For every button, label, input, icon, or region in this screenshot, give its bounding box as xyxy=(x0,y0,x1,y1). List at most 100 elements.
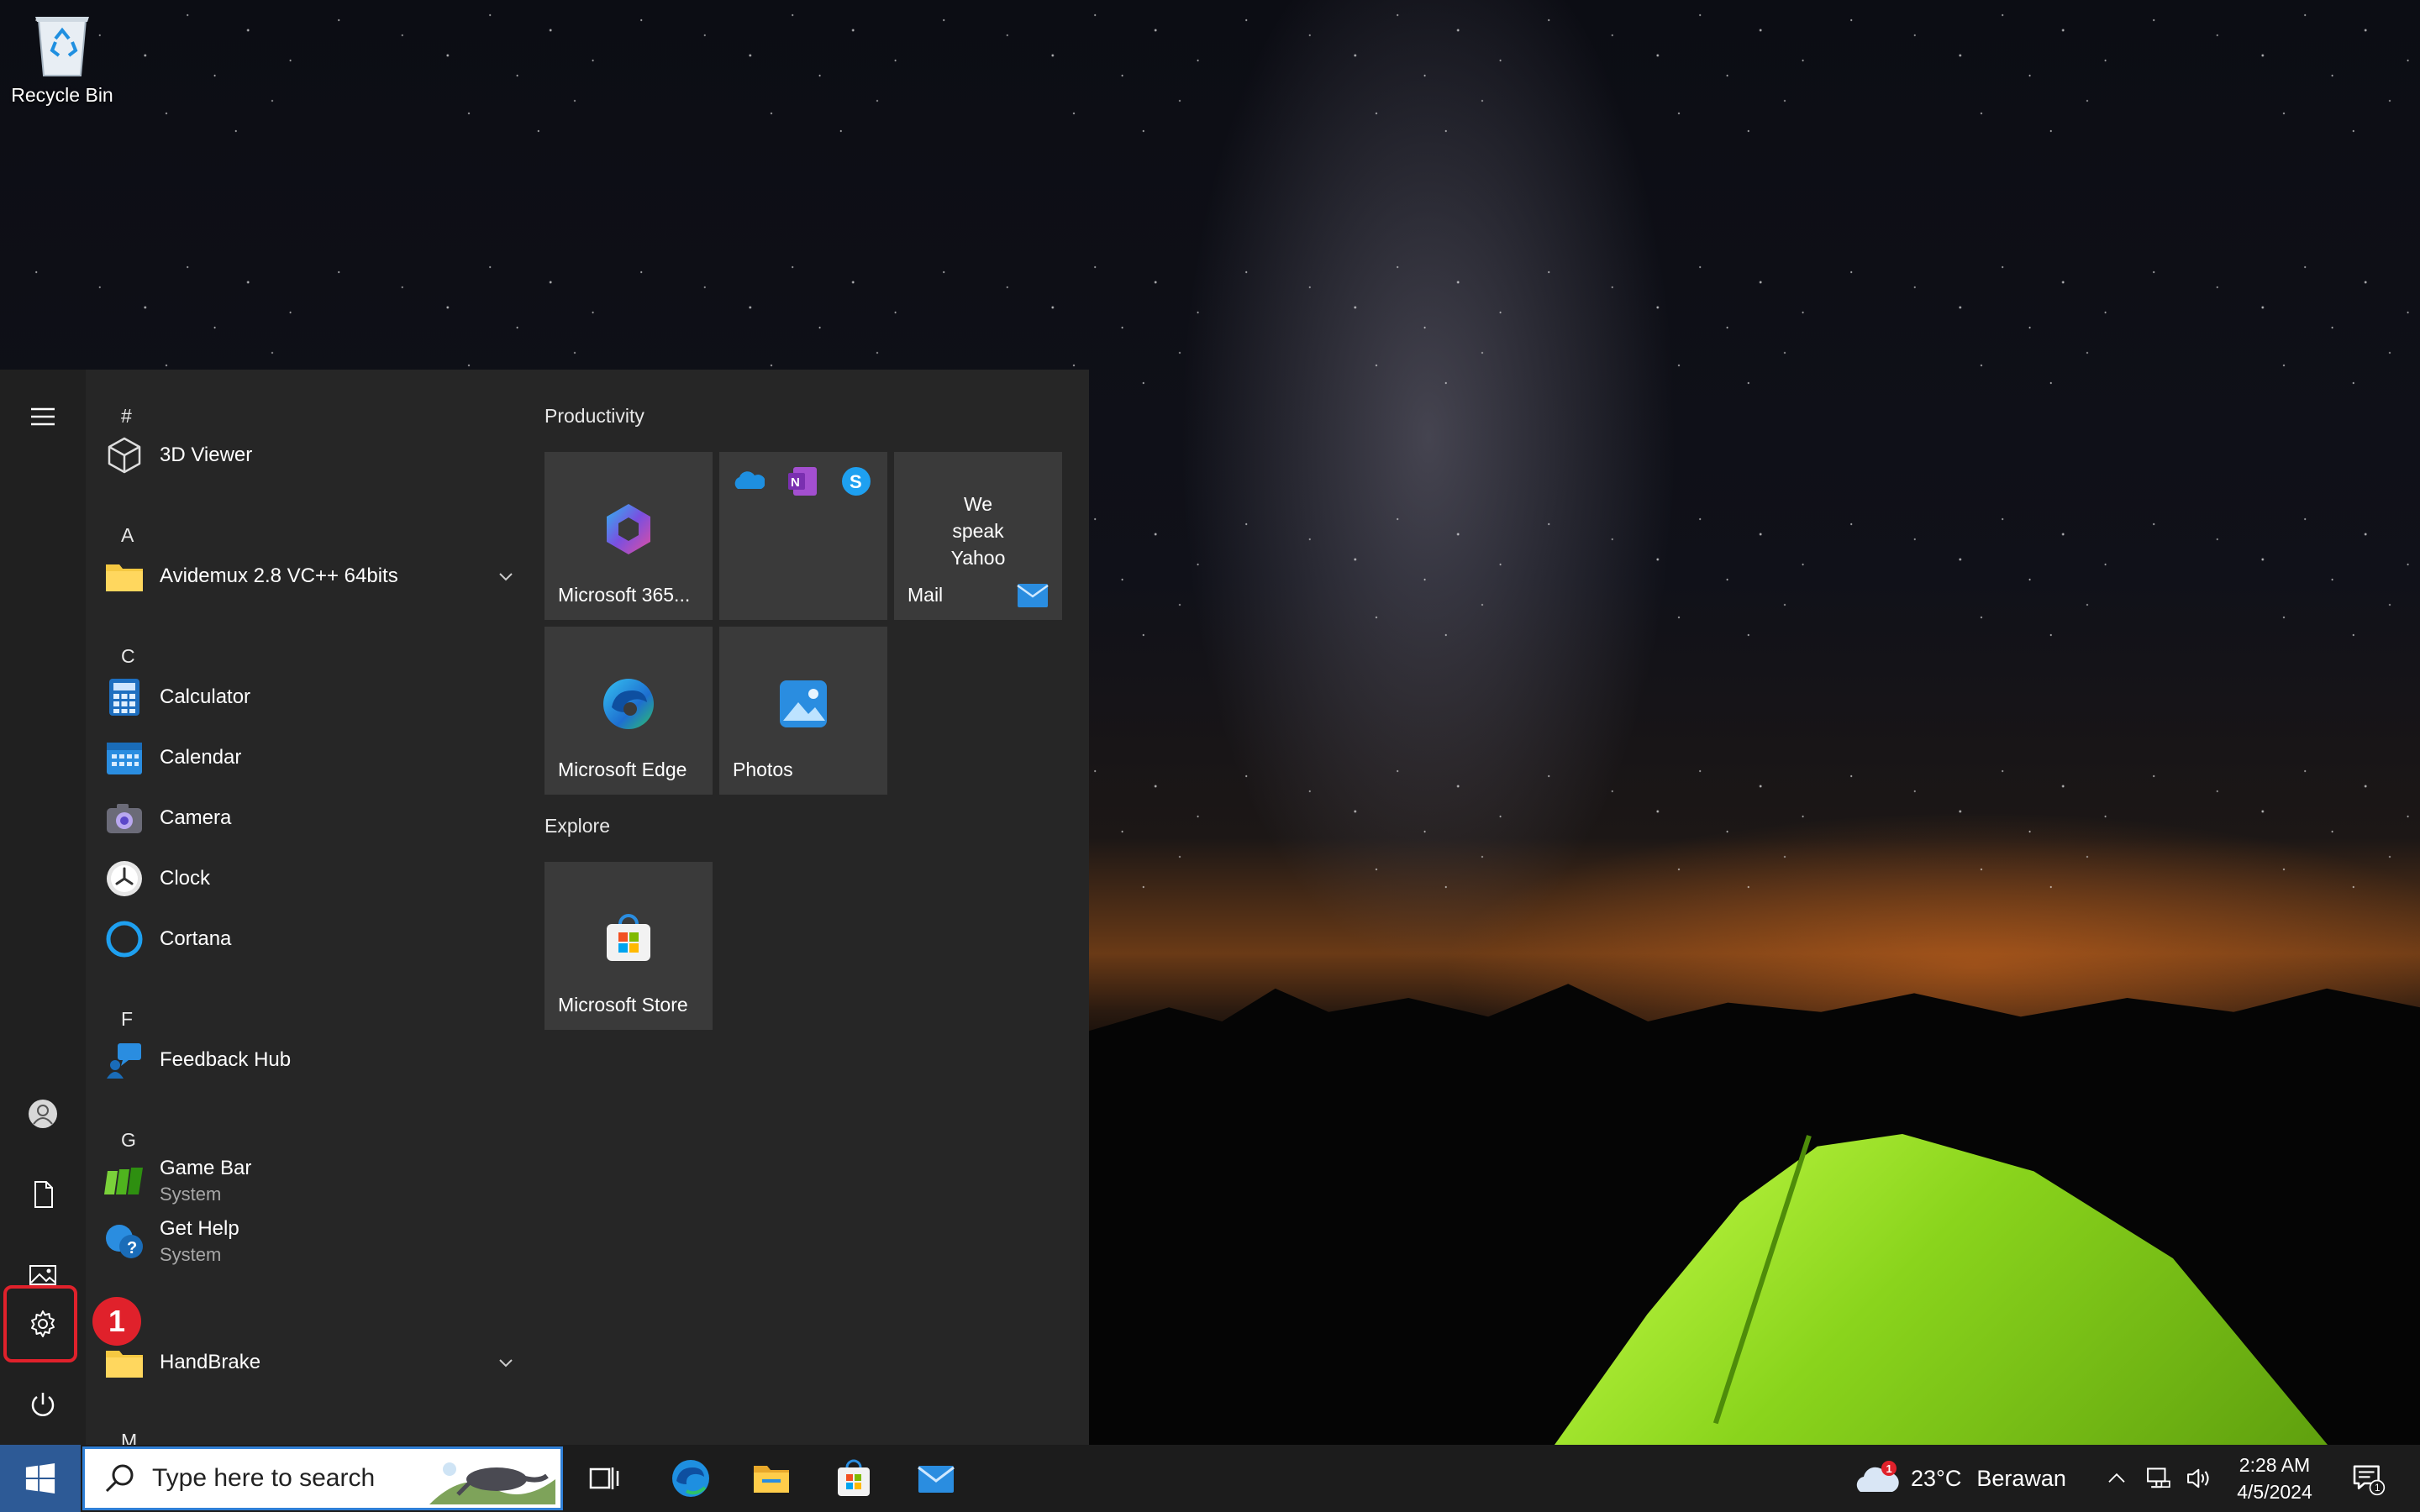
file-explorer-icon xyxy=(754,1466,789,1493)
app-label: Calendar xyxy=(160,746,242,769)
tile-label: Photos xyxy=(733,759,793,780)
settings-highlight-box xyxy=(3,1285,77,1362)
app-sublabel: System xyxy=(160,1244,222,1265)
app-calculator[interactable]: Calculator xyxy=(104,672,516,722)
edge-icon xyxy=(672,1460,709,1497)
tile-label: Mail xyxy=(908,584,944,606)
documents-button[interactable] xyxy=(0,1156,86,1233)
network-button[interactable] xyxy=(2138,1445,2180,1512)
3d-viewer-icon xyxy=(108,437,141,474)
start-menu: 1 # 3D Viewer A Avidemux 2.8 VC++ 64bits… xyxy=(0,370,1089,1445)
store-icon xyxy=(607,914,650,961)
power-icon xyxy=(31,1393,55,1416)
taskbar-file-explorer-button[interactable] xyxy=(731,1445,812,1512)
letter-header[interactable]: G xyxy=(121,1129,136,1152)
app-clock[interactable]: Clock xyxy=(104,853,516,904)
task-view-button[interactable] xyxy=(565,1445,645,1512)
desktop-icon-label: Recycle Bin xyxy=(11,84,113,106)
letter-header[interactable]: C xyxy=(121,645,135,668)
app-calendar[interactable]: Calendar xyxy=(104,732,516,783)
tile-label: Microsoft Store xyxy=(558,994,688,1016)
show-hidden-icons-button[interactable] xyxy=(2096,1445,2138,1512)
app-avidemux-folder[interactable]: Avidemux 2.8 VC++ 64bits xyxy=(104,551,516,601)
tile-microsoft-edge[interactable]: Microsoft Edge xyxy=(544,627,713,795)
app-label: Game Bar System xyxy=(160,1157,252,1205)
onedrive-icon[interactable] xyxy=(733,465,765,497)
chevron-down-icon[interactable] xyxy=(496,1352,516,1373)
folder-icon xyxy=(106,1351,143,1378)
app-cortana[interactable]: Cortana xyxy=(104,914,516,964)
mail-headline: We speak Yahoo xyxy=(950,493,1006,569)
letter-header[interactable]: F xyxy=(121,1008,133,1031)
action-center-button[interactable]: 1 xyxy=(2333,1445,2403,1512)
tile-photos[interactable]: Photos xyxy=(719,627,887,795)
user-account-button[interactable] xyxy=(0,1075,86,1152)
app-label: Feedback Hub xyxy=(160,1048,292,1071)
app-game-bar[interactable]: Game Bar System xyxy=(104,1156,516,1206)
store-icon xyxy=(838,1459,870,1496)
taskbar-mail-button[interactable] xyxy=(896,1445,976,1512)
expand-menu-button[interactable] xyxy=(0,378,86,455)
letter-header[interactable]: A xyxy=(121,524,134,547)
chevron-up-icon xyxy=(2108,1473,2125,1483)
tile-label: Microsoft Edge xyxy=(558,759,687,780)
search-highlight-illustration xyxy=(429,1462,555,1504)
recycle-bin-icon xyxy=(30,8,94,79)
microsoft-365-icon xyxy=(607,504,650,554)
start-rail xyxy=(0,370,86,1445)
svg-text:N: N xyxy=(791,475,800,490)
weather-temperature: 23°C xyxy=(1911,1465,1962,1491)
onenote-icon[interactable]: N xyxy=(786,465,818,497)
clock[interactable]: 2:28 AM 4/5/2024 xyxy=(2220,1452,2329,1505)
weather-widget[interactable]: 1 23°C Berawan xyxy=(1854,1445,2066,1512)
desktop-icon-recycle-bin[interactable]: Recycle Bin xyxy=(5,5,119,107)
search-input[interactable] xyxy=(150,1463,439,1494)
weather-badge: 1 xyxy=(1886,1462,1892,1475)
calculator-icon xyxy=(109,679,139,716)
windows-logo-icon xyxy=(25,1462,55,1494)
calendar-icon xyxy=(107,743,142,774)
tile-office-apps-folder[interactable]: N S xyxy=(719,452,887,620)
taskbar-store-button[interactable] xyxy=(813,1445,894,1512)
network-icon xyxy=(2147,1467,2170,1488)
group-title-productivity[interactable]: Productivity xyxy=(544,405,644,428)
tile-microsoft-365[interactable]: Microsoft 365... xyxy=(544,452,713,620)
cortana-icon xyxy=(106,921,143,958)
app-list[interactable]: # 3D Viewer A Avidemux 2.8 VC++ 64bits C… xyxy=(86,370,523,1445)
notification-count: 1 xyxy=(2375,1483,2381,1494)
tile-mail[interactable]: We speak Yahoo Mail xyxy=(894,452,1062,620)
photos-icon xyxy=(780,680,827,727)
camera-icon xyxy=(107,804,142,833)
get-help-icon: ? xyxy=(106,1225,143,1258)
clock-date: 4/5/2024 xyxy=(2237,1481,2312,1503)
app-camera[interactable]: Camera xyxy=(104,793,516,843)
clock-time: 2:28 AM xyxy=(2238,1454,2311,1476)
volume-button[interactable] xyxy=(2178,1445,2220,1512)
app-label: Cortana xyxy=(160,927,232,950)
app-3d-viewer[interactable]: 3D Viewer xyxy=(104,430,516,480)
documents-icon xyxy=(34,1181,53,1208)
group-title-explore[interactable]: Explore xyxy=(544,815,610,837)
game-bar-icon xyxy=(104,1168,143,1194)
app-label: Avidemux 2.8 VC++ 64bits xyxy=(160,564,398,587)
app-get-help[interactable]: ? Get Help System xyxy=(104,1216,516,1267)
chevron-down-icon[interactable] xyxy=(496,566,516,586)
app-handbrake-folder[interactable]: HandBrake xyxy=(104,1337,516,1388)
app-label: Clock xyxy=(160,867,211,890)
folder-icon xyxy=(106,564,143,591)
skype-icon[interactable]: S xyxy=(840,465,872,497)
edge-icon xyxy=(603,679,654,729)
taskbar-edge-button[interactable] xyxy=(650,1445,731,1512)
letter-header[interactable]: # xyxy=(121,405,132,428)
tile-microsoft-store[interactable]: Microsoft Store xyxy=(544,862,713,1030)
weather-condition: Berawan xyxy=(1976,1465,2066,1491)
app-feedback-hub[interactable]: Feedback Hub xyxy=(104,1035,516,1085)
svg-text:S: S xyxy=(850,471,862,492)
taskbar: 1 23°C Berawan 2:28 AM 4/5/2024 1 xyxy=(0,1445,2420,1512)
start-button[interactable] xyxy=(0,1445,81,1512)
feedback-hub-icon xyxy=(107,1043,141,1079)
power-button[interactable] xyxy=(0,1366,86,1443)
letter-header[interactable]: M xyxy=(121,1430,137,1445)
svg-text:?: ? xyxy=(127,1239,137,1257)
search-box[interactable] xyxy=(82,1446,563,1510)
